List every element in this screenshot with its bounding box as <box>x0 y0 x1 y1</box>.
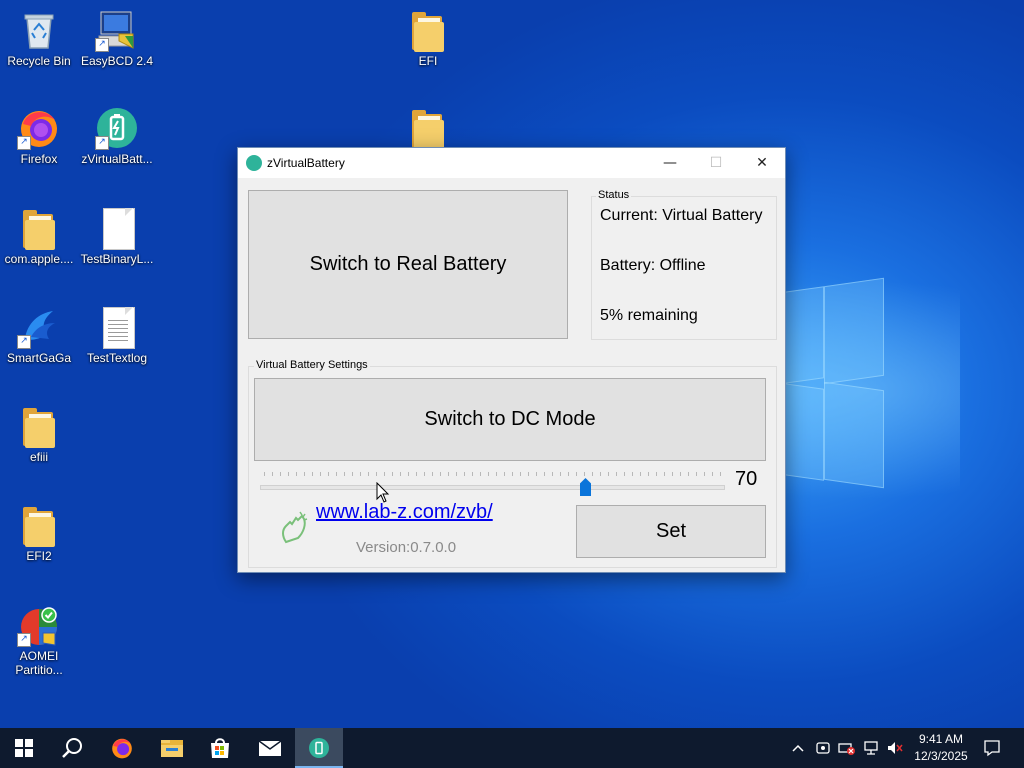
smartgaga-icon: ↗ <box>17 305 61 349</box>
slider-ticks <box>264 472 722 476</box>
settings-group-title: Virtual Battery Settings <box>254 359 370 371</box>
shortcut-arrow-icon: ↗ <box>95 38 109 52</box>
text-file-icon <box>95 305 139 349</box>
mouse-cursor-icon <box>376 481 390 504</box>
windows-start-icon <box>15 739 33 757</box>
desktop-icon-easybcd[interactable]: ↗ EasyBCD 2.4 <box>79 8 155 68</box>
tray-volume-muted-icon[interactable] <box>885 728 905 768</box>
aomei-partition-icon: ↗ <box>17 603 61 647</box>
taskbar-mail[interactable] <box>246 728 294 768</box>
desktop-icon-label: EFI2 <box>26 549 52 563</box>
switch-to-real-battery-button[interactable]: Switch to Real Battery <box>248 190 568 339</box>
shortcut-arrow-icon: ↗ <box>17 136 31 150</box>
desktop-icon-zvirtualbattery[interactable]: ↗ zVirtualBatt... <box>79 106 155 166</box>
zvirtualbattery-window: zVirtualBattery — ☐ ✕ Switch to Real Bat… <box>237 147 786 573</box>
file-explorer-icon <box>161 740 183 757</box>
battery-level-slider[interactable] <box>260 485 725 490</box>
folder-icon <box>406 106 450 150</box>
desktop-icon-recycle-bin[interactable]: Recycle Bin <box>1 8 77 68</box>
desktop-icon-label: EFI <box>418 54 438 68</box>
taskbar-firefox[interactable] <box>98 728 146 768</box>
desktop-icon-label: Firefox <box>20 152 58 166</box>
desktop-icon-label: Recycle Bin <box>7 54 71 68</box>
folder-icon <box>17 404 61 448</box>
zvirtualbattery-icon: ↗ <box>95 106 139 150</box>
notification-center-icon[interactable] <box>980 728 1004 768</box>
taskbar-file-explorer[interactable] <box>148 728 196 768</box>
clock-time: 9:41 AM <box>918 732 964 746</box>
blank-file-icon <box>95 206 139 250</box>
desktop-icon-com-apple[interactable]: com.apple.... <box>1 206 77 266</box>
desktop-icon-label: TestTextlog <box>86 351 148 365</box>
zvirtualbattery-icon <box>309 738 329 758</box>
shortcut-arrow-icon: ↗ <box>17 335 31 349</box>
desktop-icon-label: TestBinaryL... <box>80 252 154 266</box>
title-bar[interactable]: zVirtualBattery — ☐ ✕ <box>238 148 785 178</box>
desktop-icon-label: SmartGaGa <box>6 351 72 365</box>
folder-icon <box>17 503 61 547</box>
desktop-icon-efi[interactable]: EFI <box>390 8 466 68</box>
tray-meet-now-icon[interactable] <box>813 728 833 768</box>
desktop-icon-efiii[interactable]: efiii <box>1 404 77 464</box>
search-icon <box>62 738 82 758</box>
shortcut-arrow-icon: ↗ <box>95 136 109 150</box>
minimize-button[interactable]: — <box>647 148 693 178</box>
desktop-icon-folder-hidden[interactable] <box>390 106 466 150</box>
desktop-icon-firefox[interactable]: ↗ Firefox <box>1 106 77 166</box>
folder-icon <box>17 206 61 250</box>
desktop-icon-efi2[interactable]: EFI2 <box>1 503 77 563</box>
desktop-icon-testbinaryl[interactable]: TestBinaryL... <box>79 206 155 266</box>
desktop-icon-aomei-partition[interactable]: ↗ AOMEI Partitio... <box>1 603 77 677</box>
taskbar-zvirtualbattery[interactable] <box>295 728 343 768</box>
show-hidden-icons-chevron-up-icon[interactable] <box>788 728 808 768</box>
version-text: Version:0.7.0.0 <box>356 539 457 556</box>
slider-value-text: 70 <box>735 468 758 490</box>
desktop-icon-label: com.apple.... <box>4 252 74 266</box>
desktop-icon-label: AOMEI Partitio... <box>15 649 63 677</box>
switch-to-dc-mode-button[interactable]: Switch to DC Mode <box>254 378 766 461</box>
start-button[interactable] <box>0 728 48 768</box>
set-button[interactable]: Set <box>576 505 766 558</box>
desktop-icon-label: efiii <box>29 450 48 464</box>
taskbar: 9:41 AM 12/3/2025 <box>0 728 1024 768</box>
desktop-icon-smartgaga[interactable]: ↗ SmartGaGa <box>1 305 77 365</box>
store-icon <box>211 738 229 758</box>
clock-date: 12/3/2025 <box>914 749 968 763</box>
tray-network-icon[interactable] <box>861 728 881 768</box>
maximize-button[interactable]: ☐ <box>693 148 739 178</box>
status-group-title: Status <box>596 189 632 201</box>
close-button[interactable]: ✕ <box>739 148 785 178</box>
shortcut-arrow-icon: ↗ <box>17 633 31 647</box>
website-link[interactable]: www.lab-z.com/zvb/ <box>316 501 493 524</box>
firefox-icon: ↗ <box>17 106 61 150</box>
desktop-icon-label: EasyBCD 2.4 <box>80 54 154 68</box>
app-battery-icon <box>246 155 262 171</box>
current-mode-text: Current: Virtual Battery <box>600 207 763 224</box>
mail-icon <box>258 740 282 756</box>
folder-icon <box>406 8 450 52</box>
tray-battery-error-icon[interactable] <box>837 728 857 768</box>
taskbar-clock[interactable]: 9:41 AM 12/3/2025 <box>905 731 977 765</box>
battery-state-text: Battery: Offline <box>600 257 706 274</box>
pointing-hand-icon <box>278 510 310 544</box>
desktop-icon-label: zVirtualBatt... <box>81 152 153 166</box>
search-button[interactable] <box>48 728 96 768</box>
window-title: zVirtualBattery <box>267 156 345 170</box>
firefox-icon <box>112 738 132 759</box>
desktop-icon-testtextlog[interactable]: TestTextlog <box>79 305 155 365</box>
recycle-bin-icon <box>17 8 61 52</box>
easybcd-icon: ↗ <box>95 8 139 52</box>
taskbar-microsoft-store[interactable] <box>196 728 244 768</box>
battery-remaining-text: 5% remaining <box>600 307 698 324</box>
